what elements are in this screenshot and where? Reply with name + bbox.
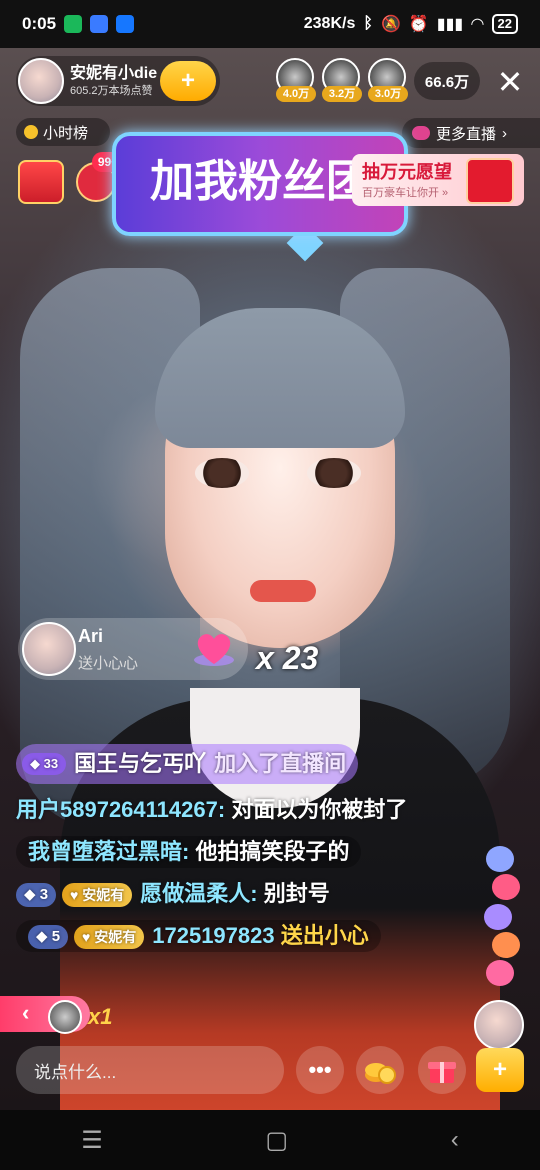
level-badge: ◆ 33 bbox=[22, 753, 67, 775]
status-right: 238K/s ᛒ 🔕 ⏰ ▮▮▮ ◠ 22 bbox=[304, 14, 518, 34]
rank-value: 5 bbox=[51, 928, 61, 946]
fan-club-button[interactable]: + bbox=[476, 1048, 524, 1092]
chat-message: ◆ 3 ♥ 安妮有 愿做温柔人: 别封号 bbox=[16, 878, 476, 910]
more-live-button[interactable]: 更多直播 › bbox=[402, 118, 540, 148]
chevron-left-icon[interactable]: ‹ bbox=[22, 1000, 29, 1026]
viewer-tag: 3.2万 bbox=[322, 86, 362, 102]
top-viewer-2[interactable]: 3.2万 bbox=[322, 58, 362, 102]
viewer-tag: 4.0万 bbox=[276, 86, 316, 102]
status-left: 0:05 bbox=[22, 14, 135, 34]
chat-text: 加入了直播间 bbox=[214, 751, 347, 776]
video-eye-right bbox=[307, 458, 361, 488]
gift-combo-count: x 23 bbox=[256, 640, 319, 676]
chat-gift-message: ◆ 5 ♥ 安妮有 1725197823 送出小心 bbox=[16, 920, 476, 952]
wish-title: 抽万元愿望 bbox=[362, 162, 452, 182]
chat-bubble: 我曾堕落过黑暗: 他拍搞笑段子的 bbox=[16, 836, 362, 868]
mute-icon: 🔕 bbox=[380, 16, 401, 33]
viewer-tag: 3.0万 bbox=[368, 86, 408, 102]
more-button[interactable]: ••• bbox=[296, 1046, 344, 1094]
system-nav-bar: ☰ ▢ ‹ bbox=[0, 1110, 540, 1170]
chat-user[interactable]: 我曾堕落过黑暗: bbox=[28, 839, 189, 864]
alarm-icon: ⏰ bbox=[408, 16, 429, 33]
chevron-right-icon: › bbox=[502, 124, 508, 142]
gift-sender-name: Ari bbox=[78, 626, 104, 646]
bluetooth-icon: ᛒ bbox=[363, 15, 373, 32]
chat-text: 他拍搞笑段子的 bbox=[195, 839, 350, 864]
chat-user[interactable]: 愿做温柔人: bbox=[140, 881, 257, 906]
coin-button[interactable] bbox=[356, 1046, 404, 1094]
fan-club-name: 安妮有 bbox=[82, 887, 125, 904]
heart-gift-icon bbox=[194, 634, 234, 666]
chat-user[interactable]: 用户5897264114267: bbox=[16, 797, 225, 822]
alipay-icon bbox=[116, 15, 135, 33]
close-button[interactable]: ✕ bbox=[490, 62, 530, 102]
combo-count: x1 bbox=[88, 1004, 113, 1029]
gift-icon bbox=[428, 1062, 456, 1083]
guest-avatar[interactable] bbox=[474, 1000, 524, 1050]
coin-icon bbox=[365, 1063, 396, 1084]
fan-club-badge: ♥ 安妮有 bbox=[74, 925, 145, 950]
gift-sender-avatar[interactable] bbox=[22, 622, 76, 676]
more-live-label: 更多直播 bbox=[436, 125, 497, 143]
chat-join-message: ◆ 33 国王与乞丐吖 加入了直播间 bbox=[16, 744, 476, 784]
fan-club-badge: ♥ 安妮有 bbox=[62, 883, 133, 908]
host-likes: 605.2万本场点赞 bbox=[70, 85, 153, 97]
like-heart-icon bbox=[486, 846, 514, 872]
chat-text: 对面以为你被封了 bbox=[231, 797, 408, 822]
medal-icon bbox=[24, 125, 38, 139]
follow-button[interactable]: + bbox=[160, 61, 216, 101]
chat-user[interactable]: 国王与乞丐吖 bbox=[74, 748, 206, 780]
video-eye-left bbox=[195, 458, 249, 488]
back-icon[interactable]: ‹ bbox=[451, 1126, 459, 1154]
like-heart-icon bbox=[492, 874, 520, 900]
chat-text: 送出小心 bbox=[280, 923, 369, 948]
host-name: 安妮有小die bbox=[70, 65, 158, 82]
like-heart-icon bbox=[484, 904, 512, 930]
join-line: ◆ 33 国王与乞丐吖 加入了直播间 bbox=[16, 744, 359, 784]
chat-message: 用户5897264114267: 对面以为你被封了 bbox=[16, 794, 476, 826]
wifi-icon: ◠ bbox=[471, 16, 484, 33]
top-viewer-3[interactable]: 3.0万 bbox=[368, 58, 408, 102]
status-bar: 0:05 238K/s ᛒ 🔕 ⏰ ▮▮▮ ◠ 22 bbox=[0, 0, 540, 48]
viewer-count[interactable]: 66.6万 bbox=[414, 62, 480, 100]
host-info: 安妮有小die 605.2万本场点赞 bbox=[70, 64, 157, 98]
fan-club-name: 安妮有 bbox=[94, 929, 137, 946]
video-mouth bbox=[250, 580, 316, 602]
signal-icon: ▮▮▮ bbox=[436, 16, 464, 33]
rank-badge: ◆ 5 bbox=[28, 925, 69, 950]
top-viewer-list: 4.0万 3.2万 3.0万 bbox=[276, 58, 408, 102]
rank-badge: ◆ 3 bbox=[16, 883, 57, 908]
network-speed: 238K/s bbox=[303, 15, 356, 32]
battery-icon: 22 bbox=[491, 14, 518, 34]
video-face bbox=[155, 308, 405, 648]
home-icon[interactable]: ▢ bbox=[265, 1126, 288, 1155]
shield-app-icon bbox=[64, 15, 83, 33]
host-avatar[interactable] bbox=[18, 58, 64, 104]
live-icon bbox=[412, 126, 430, 140]
app-grid-icon bbox=[90, 15, 109, 33]
hourly-rank-button[interactable]: 小时榜 bbox=[16, 118, 110, 146]
top-viewer-1[interactable]: 4.0万 bbox=[276, 58, 316, 102]
floating-likes bbox=[482, 840, 522, 1000]
chat-list[interactable]: ◆ 33 国王与乞丐吖 加入了直播间 用户5897264114267: 对面以为… bbox=[16, 744, 476, 962]
chat-bubble: ◆ 5 ♥ 安妮有 1725197823 送出小心 bbox=[16, 920, 381, 952]
rank-value: 3 bbox=[39, 886, 49, 904]
red-envelope-icon[interactable] bbox=[466, 158, 514, 204]
like-heart-icon bbox=[486, 960, 514, 986]
chat-user[interactable]: 1725197823 bbox=[152, 923, 274, 948]
gift-action-text: 送小心心 bbox=[78, 655, 139, 672]
level-value: 33 bbox=[43, 756, 59, 771]
menu-icon[interactable]: ☰ bbox=[81, 1126, 103, 1155]
gift-button[interactable] bbox=[418, 1046, 466, 1094]
wish-subtitle: 百万豪车让你开 » bbox=[362, 187, 449, 199]
hourly-rank-label: 小时榜 bbox=[43, 124, 89, 142]
red-packet-icon[interactable] bbox=[18, 160, 64, 204]
status-time: 0:05 bbox=[22, 14, 57, 33]
combo-user-avatar bbox=[48, 1000, 82, 1034]
like-heart-icon bbox=[492, 932, 520, 958]
chat-text: 别封号 bbox=[263, 881, 330, 906]
comment-input[interactable]: 说点什么... bbox=[16, 1046, 284, 1094]
chat-message: 我曾堕落过黑暗: 他拍搞笑段子的 bbox=[16, 836, 476, 868]
